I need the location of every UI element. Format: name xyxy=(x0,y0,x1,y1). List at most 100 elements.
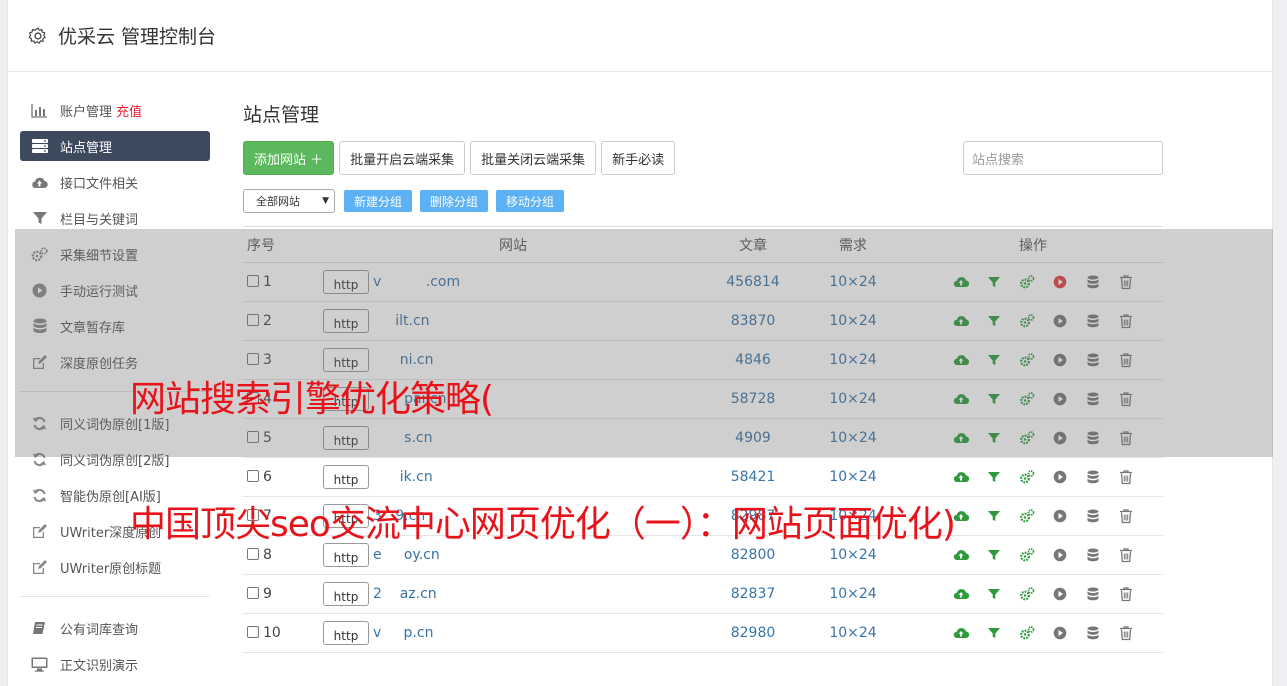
row-checkbox[interactable] xyxy=(247,470,259,482)
row-number-cell: 10 xyxy=(243,613,323,653)
sidebar-item-c-1[interactable]: 正文识别演示 xyxy=(20,649,210,679)
group-select[interactable]: 全部网站 ▼ xyxy=(243,189,335,213)
book-icon xyxy=(31,620,48,637)
row-checkbox[interactable] xyxy=(247,587,259,599)
add-site-button[interactable]: 添加网站 ＋ xyxy=(243,141,335,175)
overlay-caption-2: 中国顶尖seo交流中心网页优化（一）：网站页面优化) xyxy=(130,504,956,545)
sidebar-item-a-2[interactable]: 接口文件相关 xyxy=(20,167,210,197)
edit-icon xyxy=(31,559,48,576)
demand-link[interactable]: 10×24 xyxy=(803,574,903,614)
bar-chart-icon xyxy=(31,102,48,119)
table-row: 6 http ik.cn 58421 10×24 xyxy=(243,457,1163,497)
row-number: 8 xyxy=(263,547,272,563)
row-checkbox[interactable] xyxy=(247,626,259,638)
table-row: 10 http v p.cn 82980 10×24 xyxy=(243,613,1163,653)
filter-icon[interactable] xyxy=(986,586,1019,602)
cloud-upload-icon[interactable] xyxy=(953,469,986,485)
trash-icon[interactable] xyxy=(1118,469,1151,485)
group-toolbar: 全部网站 ▼ 新建分组 删除分组 移动分组 xyxy=(243,189,1163,213)
database-icon[interactable] xyxy=(1085,586,1118,602)
guide-button[interactable]: 新手必读 xyxy=(601,141,676,175)
cloud-upload-icon[interactable] xyxy=(953,508,986,524)
monitor-icon xyxy=(31,656,48,673)
filter-icon[interactable] xyxy=(986,547,1019,563)
toolbar: 添加网站 ＋ 批量开启云端采集 批量关闭云端采集 新手必读 站点搜索 xyxy=(243,141,1163,175)
ops-cell xyxy=(903,574,1163,614)
database-icon[interactable] xyxy=(1085,547,1118,563)
play-circle-icon[interactable] xyxy=(1052,625,1085,641)
sidebar-item-label: UWriter原创标题 xyxy=(60,561,162,577)
row-number: 10 xyxy=(263,625,281,641)
article-count-link[interactable]: 58421 xyxy=(703,457,803,497)
site-search-input[interactable]: 站点搜索 xyxy=(963,141,1163,175)
sidebar-item-label: 站点管理 xyxy=(60,140,113,156)
trash-icon[interactable] xyxy=(1118,586,1151,602)
sidebar-item-b-4[interactable]: UWriter原创标题 xyxy=(20,552,210,582)
cloud-upload-icon xyxy=(31,174,48,191)
database-icon[interactable] xyxy=(1085,508,1118,524)
site-domain-link[interactable]: 2 az.cn xyxy=(373,586,437,602)
app-title: 优采云 管理控制台 xyxy=(58,26,217,48)
filter-icon[interactable] xyxy=(986,625,1019,641)
site-domain-link[interactable]: e oy.cn xyxy=(373,547,440,563)
server-list-icon xyxy=(31,138,48,155)
cloud-upload-icon[interactable] xyxy=(953,586,986,602)
site-cell: http 2 az.cn xyxy=(323,574,703,614)
gear-icon xyxy=(28,26,47,44)
gears-icon[interactable] xyxy=(1019,547,1052,563)
protocol-badge[interactable]: http xyxy=(323,465,369,489)
play-circle-icon[interactable] xyxy=(1052,508,1085,524)
article-count-link[interactable]: 82980 xyxy=(703,613,803,653)
sidebar-item-label: 正文识别演示 xyxy=(60,658,139,674)
play-circle-icon[interactable] xyxy=(1052,586,1085,602)
gears-icon[interactable] xyxy=(1019,508,1052,524)
row-number-cell: 6 xyxy=(243,457,323,497)
database-icon[interactable] xyxy=(1085,625,1118,641)
article-count-link[interactable]: 82837 xyxy=(703,574,803,614)
database-icon[interactable] xyxy=(1085,469,1118,485)
gears-icon[interactable] xyxy=(1019,469,1052,485)
delete-group-button[interactable]: 删除分组 xyxy=(420,190,489,212)
sidebar-item-a-0[interactable]: 账户管理 充值 xyxy=(20,95,210,125)
demand-link[interactable]: 10×24 xyxy=(803,457,903,497)
ops-cell xyxy=(903,457,1163,497)
recharge-link[interactable]: 充值 xyxy=(116,101,142,120)
chevron-down-icon: ▼ xyxy=(322,196,329,206)
sidebar-item-c-0[interactable]: 公有词库查询 xyxy=(20,613,210,643)
sidebar-item-label: 栏目与关键词 xyxy=(60,212,139,228)
sidebar-item-label: 接口文件相关 xyxy=(60,176,139,192)
site-domain-link[interactable]: ik.cn xyxy=(373,469,433,485)
gears-icon[interactable] xyxy=(1019,625,1052,641)
site-domain-link[interactable]: v p.cn xyxy=(373,625,433,641)
filter-icon[interactable] xyxy=(986,469,1019,485)
protocol-badge[interactable]: http xyxy=(323,582,369,606)
page-title: 站点管理 xyxy=(243,104,320,126)
cloud-upload-icon[interactable] xyxy=(953,547,986,563)
filter-icon xyxy=(31,210,48,227)
edit-icon xyxy=(31,523,48,540)
ops-cell xyxy=(903,613,1163,653)
new-group-button[interactable]: 新建分组 xyxy=(344,190,413,212)
sidebar-item-label: 账户管理 xyxy=(60,104,113,120)
play-circle-icon[interactable] xyxy=(1052,547,1085,563)
row-checkbox[interactable] xyxy=(247,548,259,560)
site-cell: http ik.cn xyxy=(323,457,703,497)
trash-icon[interactable] xyxy=(1118,547,1151,563)
play-circle-icon[interactable] xyxy=(1052,469,1085,485)
demand-link[interactable]: 10×24 xyxy=(803,613,903,653)
cloud-upload-icon[interactable] xyxy=(953,625,986,641)
protocol-badge[interactable]: http xyxy=(323,621,369,645)
gears-icon[interactable] xyxy=(1019,586,1052,602)
batch-open-cloud-button[interactable]: 批量开启云端采集 xyxy=(339,141,466,175)
header: 优采云 管理控制台 xyxy=(8,0,1272,72)
move-group-button[interactable]: 移动分组 xyxy=(496,190,565,212)
batch-close-cloud-button[interactable]: 批量关闭云端采集 xyxy=(470,141,597,175)
group-select-value: 全部网站 xyxy=(256,195,300,208)
gray-overlay-band xyxy=(15,229,1273,457)
trash-icon[interactable] xyxy=(1118,625,1151,641)
trash-icon[interactable] xyxy=(1118,508,1151,524)
row-number: 6 xyxy=(263,469,272,485)
sidebar-divider xyxy=(20,596,210,597)
sidebar-item-a-1[interactable]: 站点管理 xyxy=(20,131,210,161)
filter-icon[interactable] xyxy=(986,508,1019,524)
